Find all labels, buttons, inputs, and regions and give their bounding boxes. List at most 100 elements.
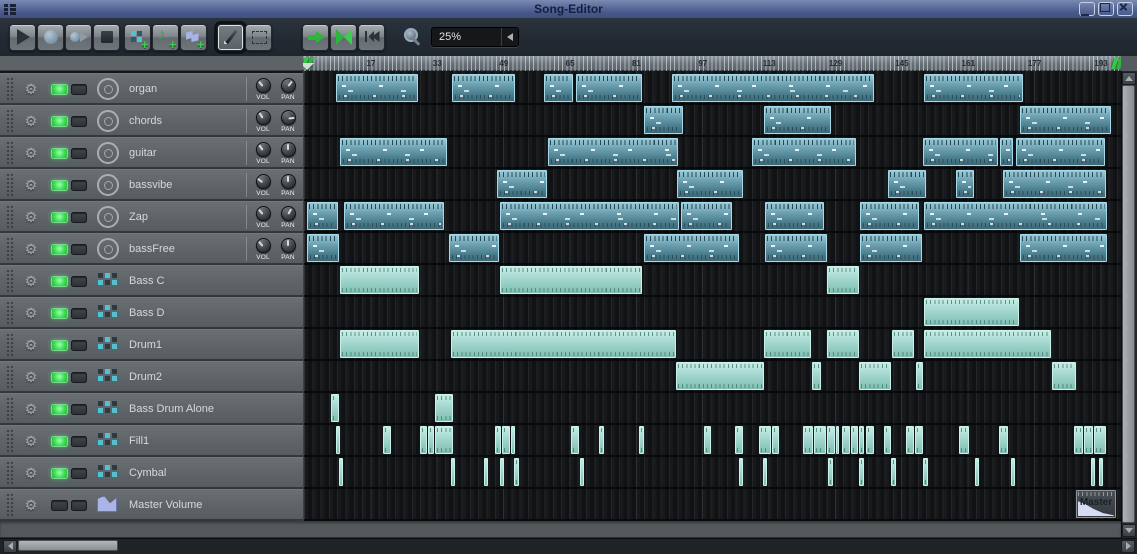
instrument-pattern[interactable] (336, 74, 418, 102)
bb-pattern[interactable] (435, 426, 453, 454)
bb-pattern[interactable] (580, 458, 584, 486)
vol-knob[interactable] (255, 205, 271, 221)
track-grip-handle[interactable] (5, 492, 14, 518)
pan-knob[interactable] (280, 205, 296, 221)
track-name[interactable]: Drum2 (129, 371, 162, 383)
instrument-pattern[interactable] (1016, 138, 1105, 166)
bb-pattern[interactable] (340, 266, 419, 294)
solo-led[interactable] (70, 403, 87, 415)
track-name[interactable]: Bass Drum Alone (129, 403, 214, 415)
track-grip-handle[interactable] (5, 268, 14, 294)
bb-pattern[interactable] (764, 330, 811, 358)
bb-pattern[interactable] (514, 458, 519, 486)
bb-pattern[interactable] (502, 426, 510, 454)
instrument-pattern[interactable] (1000, 138, 1013, 166)
bb-pattern[interactable] (511, 426, 515, 454)
bb-pattern[interactable] (500, 266, 642, 294)
bb-pattern[interactable] (1084, 426, 1093, 454)
track-name[interactable]: guitar (129, 147, 157, 159)
track-name[interactable]: bassvibe (129, 179, 172, 191)
bb-pattern[interactable] (763, 458, 767, 486)
solo-led[interactable] (70, 499, 87, 511)
minimize-button[interactable] (1079, 2, 1095, 16)
scroll-left-button[interactable] (3, 539, 17, 553)
bb-pattern[interactable] (495, 426, 501, 454)
grid-row-organ[interactable] (304, 73, 1121, 105)
playhead-marker[interactable] (303, 63, 314, 70)
track-grip-handle[interactable] (5, 428, 14, 454)
instrument-pattern[interactable] (548, 138, 678, 166)
bb-pattern[interactable] (884, 426, 891, 454)
track-name[interactable]: chords (129, 115, 162, 127)
bb-pattern[interactable] (859, 458, 864, 486)
bb-pattern[interactable] (1052, 362, 1076, 390)
grid-row-drum1[interactable] (304, 329, 1121, 361)
instrument-pattern[interactable] (924, 74, 1023, 102)
timeline[interactable]: 17 33 49 65 81 97 113 129 145 161 177 193 (303, 56, 1121, 71)
track-gear-icon[interactable]: ⚙ (21, 337, 41, 354)
instrument-pattern[interactable] (644, 106, 683, 134)
solo-led[interactable] (70, 371, 87, 383)
instrument-pattern[interactable] (500, 202, 679, 230)
instrument-pattern[interactable] (860, 202, 919, 230)
add-automation-button[interactable] (180, 23, 207, 52)
solo-led[interactable] (70, 83, 87, 95)
instrument-pattern[interactable] (1020, 234, 1107, 262)
edit-button[interactable] (245, 23, 272, 51)
instrument-pattern[interactable] (449, 234, 499, 262)
track-name[interactable]: Bass C (129, 275, 164, 287)
bb-pattern[interactable] (500, 458, 504, 486)
instrument-pattern[interactable] (544, 74, 573, 102)
track-grip-handle[interactable] (5, 236, 14, 262)
close-button[interactable] (1117, 2, 1133, 16)
track-grip-handle[interactable] (5, 140, 14, 166)
bb-pattern[interactable] (336, 426, 340, 454)
instrument-pattern[interactable] (765, 234, 827, 262)
mute-led[interactable] (51, 179, 68, 191)
track-gear-icon[interactable]: ⚙ (21, 401, 41, 418)
bb-pattern[interactable] (915, 426, 923, 454)
track-name[interactable]: Zap (129, 211, 148, 223)
track-grip-handle[interactable] (5, 204, 14, 230)
bb-pattern[interactable] (759, 426, 771, 454)
solo-led[interactable] (70, 339, 87, 351)
bb-pattern[interactable] (1094, 426, 1106, 454)
track-grip-handle[interactable] (5, 108, 14, 134)
bb-pattern[interactable] (639, 426, 644, 454)
track-name[interactable]: organ (129, 83, 157, 95)
mute-led[interactable] (51, 211, 68, 223)
bb-pattern[interactable] (739, 458, 743, 486)
instrument-pattern[interactable] (497, 170, 547, 198)
instrument-pattern[interactable] (340, 138, 447, 166)
automation-pattern[interactable]: Master (1076, 490, 1116, 518)
solo-led[interactable] (70, 147, 87, 159)
solo-led[interactable] (70, 115, 87, 127)
bb-pattern[interactable] (906, 426, 914, 454)
instrument-pattern[interactable] (307, 202, 338, 230)
grid-row-cymbal[interactable] (304, 457, 1121, 489)
bb-pattern[interactable] (999, 426, 1008, 454)
bb-pattern[interactable] (827, 330, 859, 358)
scroll-down-button[interactable] (1122, 524, 1136, 537)
bb-pattern[interactable] (924, 330, 1051, 358)
bb-pattern[interactable] (827, 426, 835, 454)
add-sample-button[interactable] (152, 23, 179, 52)
grid-row-drum2[interactable] (304, 361, 1121, 393)
back-to-start-button[interactable] (358, 23, 385, 51)
mute-led[interactable] (51, 243, 68, 255)
track-gear-icon[interactable]: ⚙ (21, 145, 41, 162)
grid-row-zap[interactable] (304, 201, 1121, 233)
bb-pattern[interactable] (420, 426, 427, 454)
bb-pattern[interactable] (340, 330, 419, 358)
horizontal-scroll-thumb[interactable] (18, 540, 118, 551)
bb-pattern[interactable] (803, 426, 813, 454)
bb-pattern[interactable] (916, 362, 923, 390)
mute-led[interactable] (51, 403, 68, 415)
play-button[interactable] (9, 23, 36, 51)
bb-pattern[interactable] (814, 426, 826, 454)
track-name[interactable]: Fill1 (129, 435, 149, 447)
mute-led[interactable] (51, 467, 68, 479)
grid-row-fill1[interactable] (304, 425, 1121, 457)
maximize-button[interactable] (1098, 2, 1114, 16)
solo-led[interactable] (70, 435, 87, 447)
